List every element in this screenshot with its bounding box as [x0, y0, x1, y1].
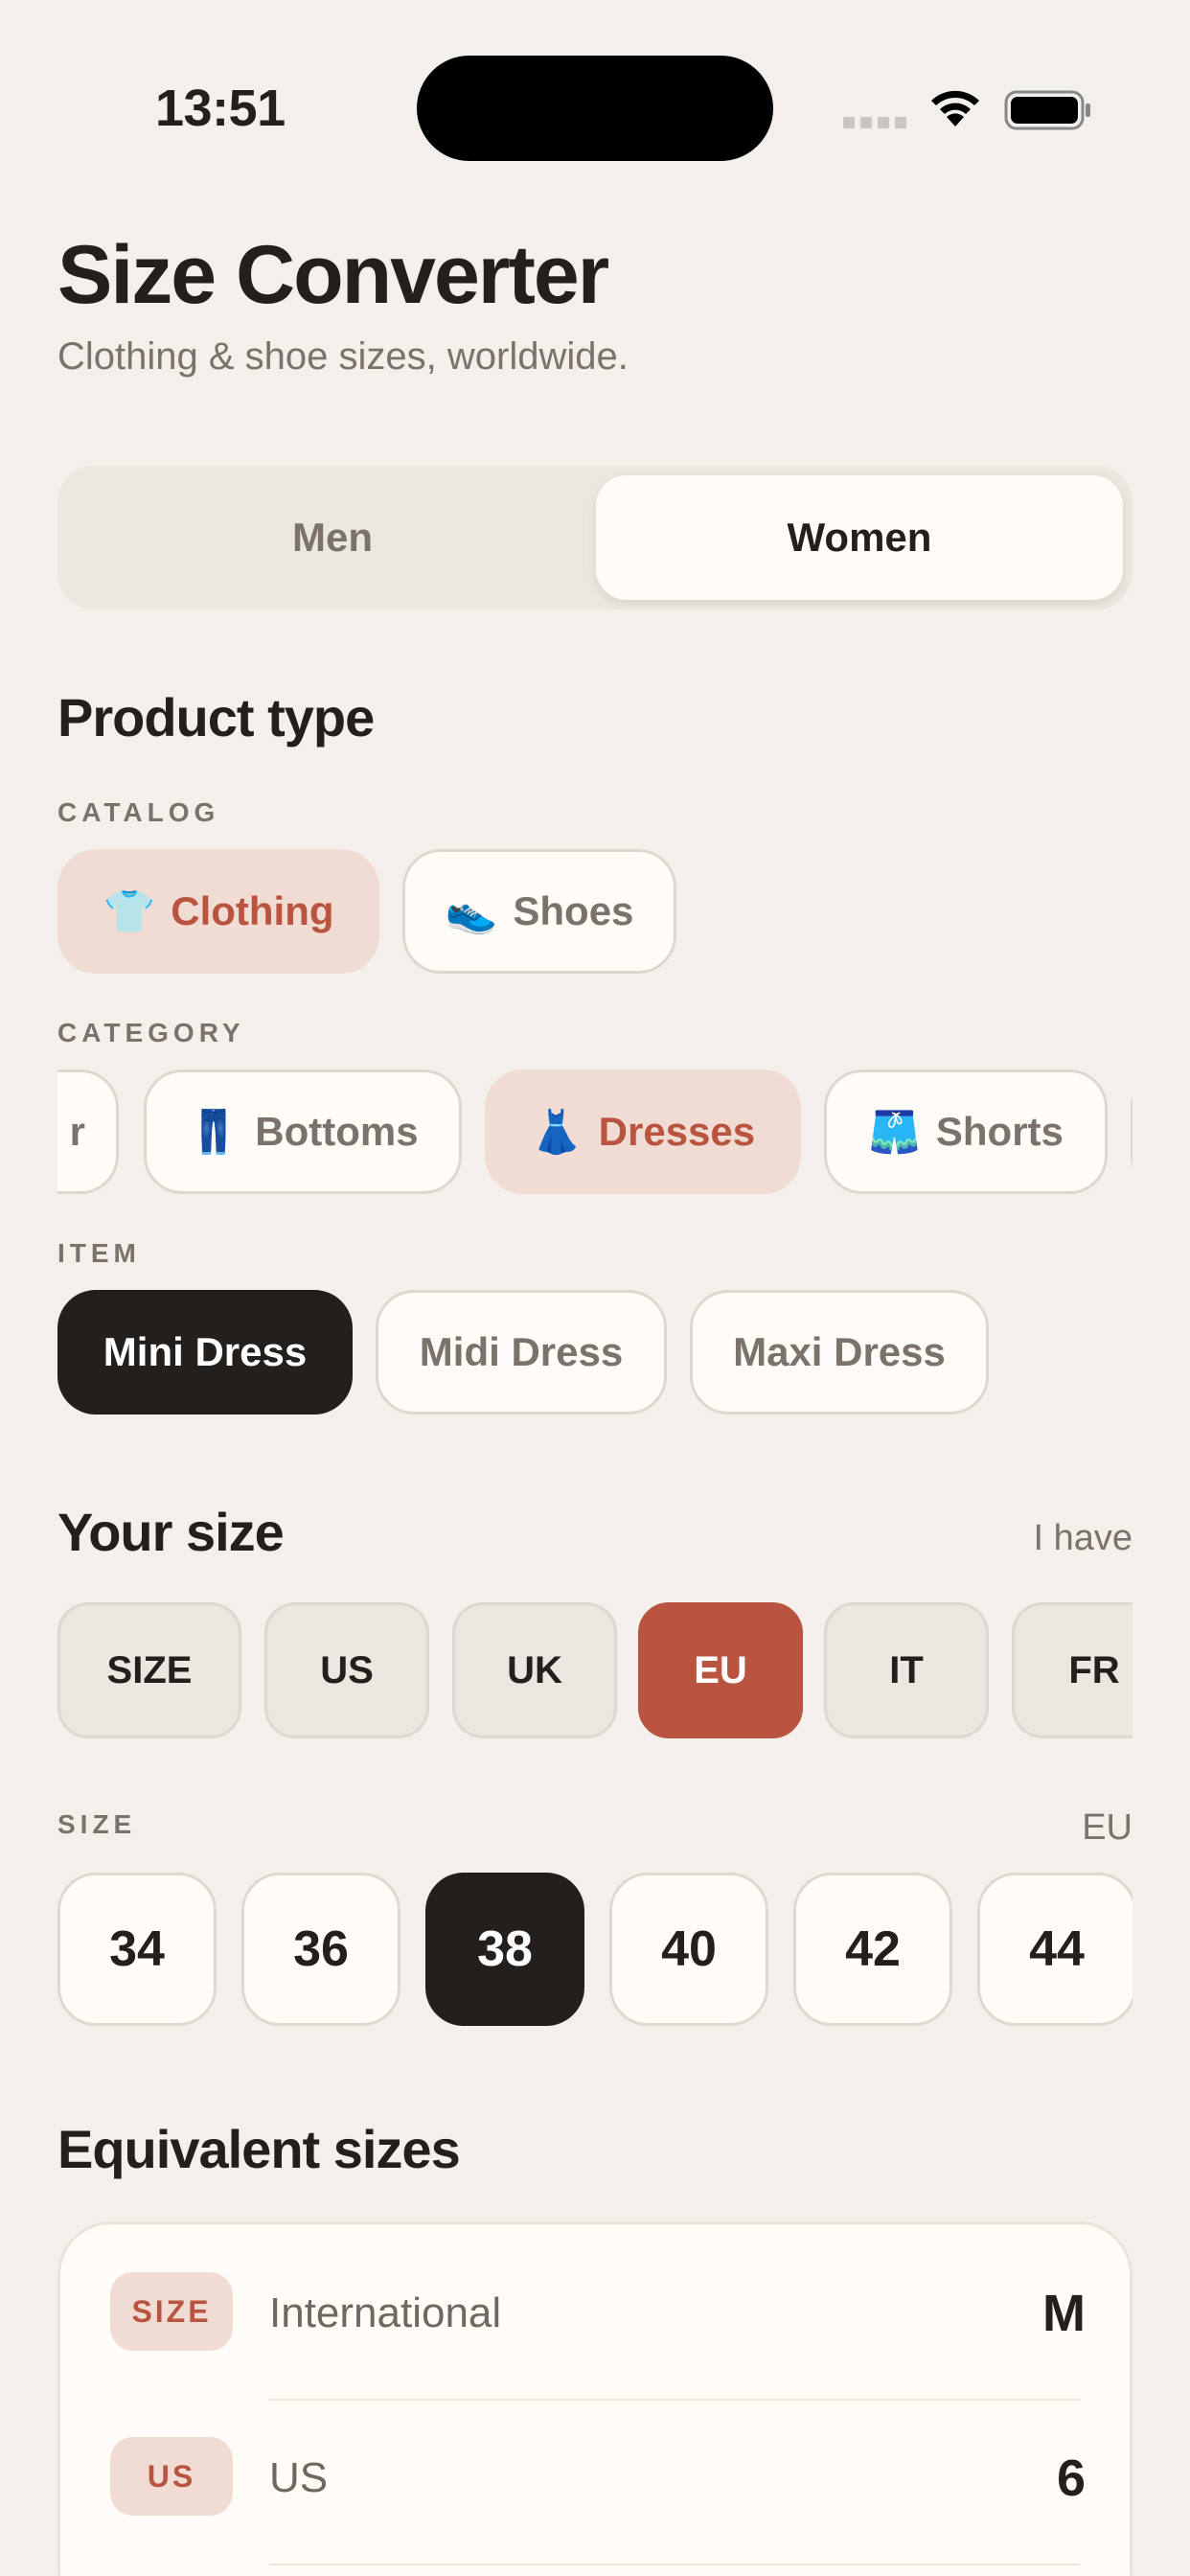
row-divider	[269, 2564, 1080, 2565]
size-36[interactable]: 36	[241, 1873, 400, 2026]
equivalent-sizes-heading: Equivalent sizes	[57, 2119, 461, 2179]
category-label: CATEGORY	[57, 1018, 245, 1047]
page-subtitle: Clothing & shoe sizes, worldwide.	[57, 335, 629, 378]
status-time: 13:51	[155, 80, 286, 137]
cellular-signal-icon	[843, 117, 906, 128]
size-44[interactable]: 44	[977, 1873, 1133, 2026]
equivalent-row-international: SIZE International M	[60, 2224, 1135, 2389]
wifi-icon	[931, 90, 979, 126]
item-label: ITEM	[57, 1238, 141, 1268]
battery-icon	[1004, 90, 1090, 130]
size-unit-label: EU	[1082, 1807, 1133, 1848]
dress-icon: 👗	[530, 1108, 584, 1157]
page-title: Size Converter	[57, 229, 609, 321]
chip-bottoms[interactable]: 👖 Bottoms	[144, 1070, 462, 1194]
chip-clothing[interactable]: 👕 Clothing	[57, 849, 379, 974]
size-42[interactable]: 42	[793, 1873, 952, 2026]
chip-clothing-label: Clothing	[171, 888, 334, 933]
equivalent-name: International	[269, 2289, 502, 2336]
chip-partial-label: r	[69, 1109, 85, 1154]
catalog-chip-row: 👕 Clothing 👟 Shoes	[0, 849, 1190, 978]
chip-shorts-label: Shorts	[935, 1109, 1064, 1154]
category-chip-row[interactable]: r 👖 Bottoms 👗 Dresses 🩳 Shorts	[57, 1070, 1133, 1198]
size-system-row[interactable]: SIZE US UK EU IT FR	[57, 1602, 1133, 1740]
size-34[interactable]: 34	[57, 1873, 217, 2026]
catalog-label: CATALOG	[57, 797, 220, 827]
equivalent-row-us: US US 6	[60, 2389, 1135, 2554]
system-it[interactable]: IT	[824, 1602, 989, 1738]
chip-midi-dress[interactable]: Midi Dress	[376, 1290, 667, 1414]
chip-mini-dress[interactable]: Mini Dress	[57, 1290, 353, 1414]
dynamic-island	[417, 56, 773, 161]
system-us[interactable]: US	[264, 1602, 429, 1738]
sneaker-icon: 👟	[445, 887, 498, 936]
segment-women[interactable]: Women	[596, 475, 1123, 600]
system-uk[interactable]: UK	[452, 1602, 617, 1738]
i-have-hint: I have	[1033, 1518, 1133, 1558]
chip-shoes[interactable]: 👟 Shoes	[402, 849, 676, 974]
chip-maxi-dress[interactable]: Maxi Dress	[690, 1290, 989, 1414]
badge-us: US	[110, 2437, 233, 2516]
product-type-heading: Product type	[57, 687, 375, 748]
size-40[interactable]: 40	[609, 1873, 768, 2026]
system-eu[interactable]: EU	[638, 1602, 803, 1738]
chip-dresses[interactable]: 👗 Dresses	[485, 1070, 801, 1194]
jeans-icon: 👖	[187, 1108, 240, 1157]
chip-bottoms-label: Bottoms	[255, 1109, 419, 1154]
chip-category-partial[interactable]: r	[57, 1070, 119, 1194]
shorts-icon: 🩳	[868, 1108, 921, 1157]
equivalent-value: M	[1042, 2285, 1086, 2342]
chip-shorts[interactable]: 🩳 Shorts	[824, 1070, 1108, 1194]
chip-shoes-label: Shoes	[513, 888, 634, 933]
system-fr[interactable]: FR	[1012, 1602, 1133, 1738]
gender-segmented-control: Men Women	[57, 466, 1133, 610]
size-38[interactable]: 38	[425, 1873, 584, 2026]
tshirt-icon: 👕	[103, 887, 156, 936]
size-value-row[interactable]: 34 36 38 40 42 44	[57, 1873, 1133, 2030]
item-chip-row: Mini Dress Midi Dress Maxi Dress	[0, 1290, 1190, 1418]
your-size-heading: Your size	[57, 1502, 285, 1562]
badge-size: SIZE	[110, 2272, 233, 2351]
equivalent-value: 6	[1056, 2450, 1086, 2507]
equivalent-sizes-card: SIZE International M US US 6	[57, 2221, 1133, 2576]
system-size[interactable]: SIZE	[57, 1602, 241, 1738]
chip-dresses-label: Dresses	[598, 1109, 756, 1154]
segment-men[interactable]: Men	[69, 475, 596, 600]
size-label: SIZE	[57, 1809, 137, 1839]
equivalent-name: US	[269, 2454, 329, 2501]
chip-category-next-partial[interactable]	[1131, 1070, 1133, 1194]
